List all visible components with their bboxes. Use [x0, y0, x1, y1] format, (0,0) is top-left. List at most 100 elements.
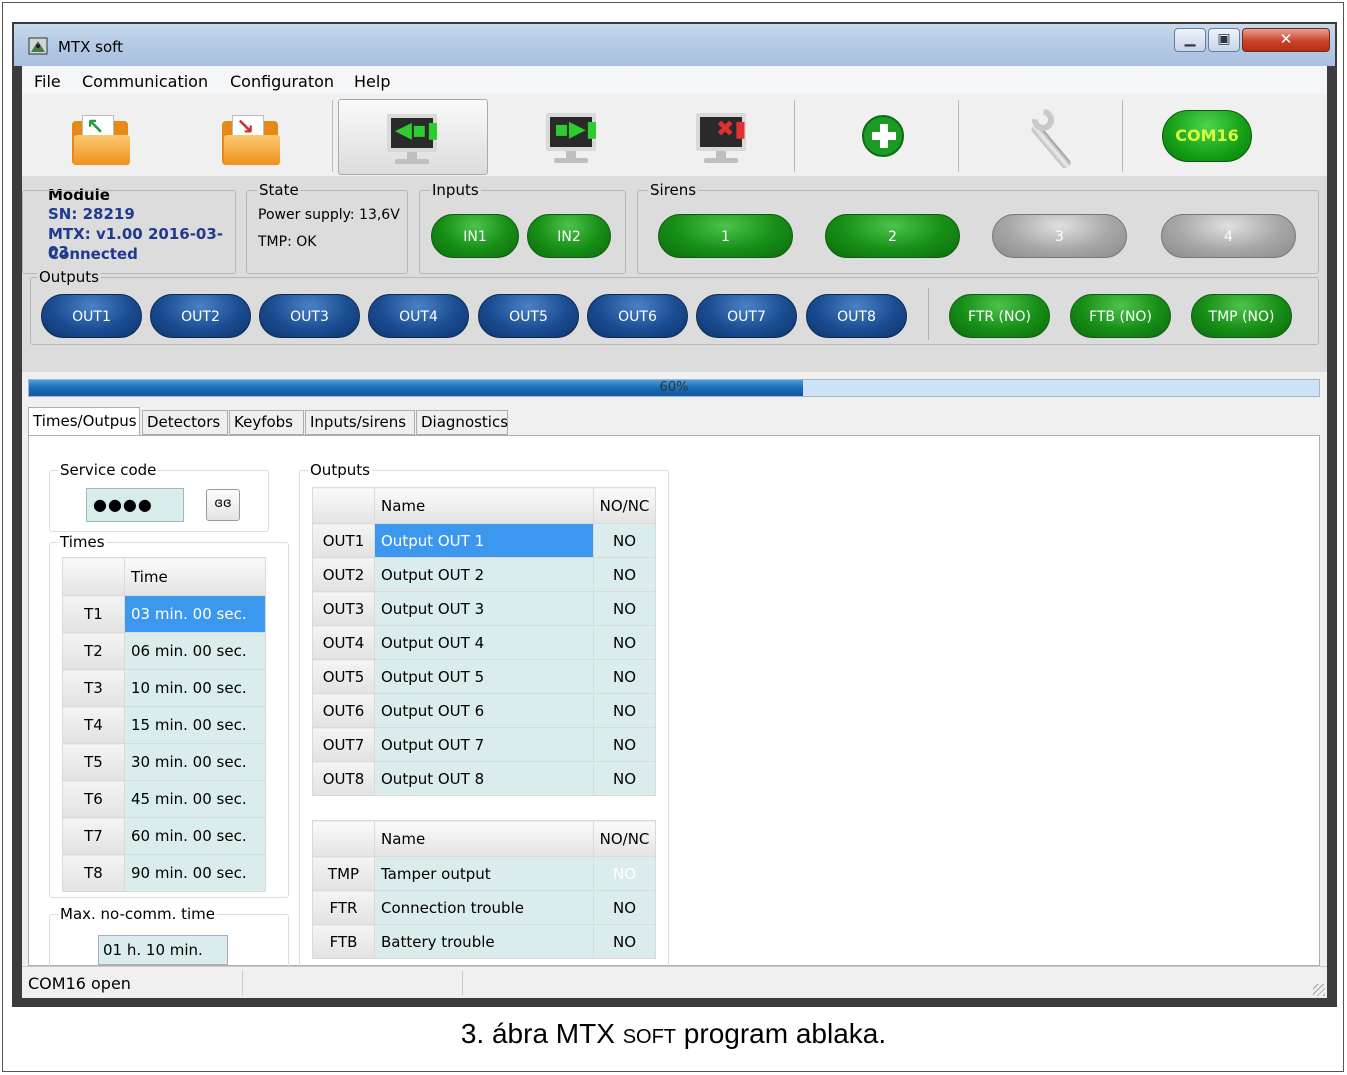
tamper-state-text: TMP: OK: [258, 234, 317, 250]
read-from-module-button[interactable]: ◀▪▮: [338, 99, 488, 175]
output-out6[interactable]: OUT6: [587, 294, 688, 338]
output-ftr[interactable]: FTR (NO): [949, 294, 1050, 338]
output-ftb[interactable]: FTB (NO): [1070, 294, 1171, 338]
reveal-code-button[interactable]: ɞɞ: [206, 489, 240, 521]
output-tmp[interactable]: TMP (NO): [1191, 294, 1292, 338]
table-row[interactable]: OUT6 Output OUT 6 NO: [312, 693, 656, 728]
output-mode[interactable]: NO: [593, 761, 656, 796]
status-separator: [242, 971, 243, 995]
title-bar[interactable]: MTX soft ▁ ▣ ✕: [14, 24, 1335, 66]
menu-file[interactable]: File: [34, 72, 61, 91]
table-row[interactable]: FTB Battery trouble NO: [312, 924, 656, 959]
caption-smallcaps: SOFT: [622, 1026, 677, 1048]
output-name[interactable]: Output OUT 2: [374, 557, 594, 592]
output-name[interactable]: Output OUT 4: [374, 625, 594, 660]
tab-diagnostics[interactable]: Diagnostics: [416, 410, 508, 435]
tab-detectors[interactable]: Detectors: [142, 410, 228, 435]
trouble-mode[interactable]: NO: [593, 924, 656, 959]
output-name[interactable]: Output OUT 7: [374, 727, 594, 762]
com-port-button[interactable]: COM16: [1162, 110, 1252, 162]
output-out7[interactable]: OUT7: [696, 294, 797, 338]
time-value[interactable]: 15 min. 00 sec.: [124, 706, 266, 744]
siren-1[interactable]: 1: [658, 214, 793, 258]
time-value[interactable]: 45 min. 00 sec.: [124, 780, 266, 818]
trouble-mode[interactable]: NO: [593, 856, 656, 891]
table-row[interactable]: OUT7 Output OUT 7 NO: [312, 727, 656, 762]
output-mode[interactable]: NO: [593, 557, 656, 592]
toolbar: ↖ ↘ ◀▪▮ ▪▶▮ ✖▮ COM16: [22, 94, 1327, 176]
table-row[interactable]: T3 10 min. 00 sec.: [62, 669, 266, 707]
open-file-button[interactable]: ↖: [40, 99, 160, 175]
output-name[interactable]: Output OUT 6: [374, 693, 594, 728]
output-out1[interactable]: OUT1: [41, 294, 142, 338]
output-id: OUT2: [312, 557, 375, 592]
output-out2[interactable]: OUT2: [150, 294, 251, 338]
service-code-input[interactable]: ●●●●: [86, 488, 184, 522]
menu-help[interactable]: Help: [354, 72, 390, 91]
menu-communication[interactable]: Communication: [82, 72, 208, 91]
output-name[interactable]: Output OUT 1: [374, 523, 594, 558]
table-row[interactable]: OUT4 Output OUT 4 NO: [312, 625, 656, 660]
output-id: OUT3: [312, 591, 375, 626]
max-nocomm-input[interactable]: 01 h. 10 min.: [98, 935, 228, 965]
output-mode[interactable]: NO: [593, 693, 656, 728]
input-in1[interactable]: IN1: [431, 214, 519, 258]
output-name[interactable]: Output OUT 8: [374, 761, 594, 796]
output-mode[interactable]: NO: [593, 727, 656, 762]
table-row[interactable]: OUT5 Output OUT 5 NO: [312, 659, 656, 694]
table-row[interactable]: TMP Tamper output NO: [312, 856, 656, 891]
siren-2[interactable]: 2: [825, 214, 960, 258]
trouble-name[interactable]: Tamper output: [374, 856, 594, 891]
table-row[interactable]: OUT8 Output OUT 8 NO: [312, 761, 656, 796]
table-row[interactable]: T5 30 min. 00 sec.: [62, 743, 266, 781]
tab-keyfobs[interactable]: Keyfobs: [229, 410, 304, 435]
table-row[interactable]: OUT3 Output OUT 3 NO: [312, 591, 656, 626]
output-mode[interactable]: NO: [593, 659, 656, 694]
max-nocomm-label: Max. no-comm. time: [58, 905, 217, 923]
trouble-mode[interactable]: NO: [593, 890, 656, 925]
table-row[interactable]: T8 90 min. 00 sec.: [62, 854, 266, 892]
table-row[interactable]: T1 03 min. 00 sec.: [62, 595, 266, 633]
output-mode[interactable]: NO: [593, 625, 656, 660]
trouble-name[interactable]: Battery trouble: [374, 924, 594, 959]
menu-configuration[interactable]: Configuraton: [230, 72, 334, 91]
siren-3[interactable]: 3: [992, 214, 1127, 258]
maximize-button[interactable]: ▣: [1208, 28, 1240, 52]
siren-4[interactable]: 4: [1161, 214, 1296, 258]
time-value[interactable]: 90 min. 00 sec.: [124, 854, 266, 892]
trouble-id: FTB: [312, 924, 375, 959]
tab-times-outputs[interactable]: Times/Outpus: [28, 407, 140, 436]
minimize-button[interactable]: ▁: [1174, 28, 1206, 52]
tab-inputs-sirens[interactable]: Inputs/sirens: [305, 410, 415, 435]
time-value[interactable]: 30 min. 00 sec.: [124, 743, 266, 781]
close-button[interactable]: ✕: [1242, 28, 1330, 52]
output-name[interactable]: Output OUT 5: [374, 659, 594, 694]
table-row[interactable]: OUT2 Output OUT 2 NO: [312, 557, 656, 592]
settings-button[interactable]: [982, 99, 1102, 175]
input-in2[interactable]: IN2: [527, 214, 611, 258]
output-mode[interactable]: NO: [593, 523, 656, 558]
table-row[interactable]: T2 06 min. 00 sec.: [62, 632, 266, 670]
table-row[interactable]: T6 45 min. 00 sec.: [62, 780, 266, 818]
output-out3[interactable]: OUT3: [259, 294, 360, 338]
table-row[interactable]: OUT1 Output OUT 1 NO: [312, 523, 656, 558]
resize-grip[interactable]: [1313, 984, 1325, 996]
add-button[interactable]: [822, 99, 942, 175]
output-out4[interactable]: OUT4: [368, 294, 469, 338]
time-value[interactable]: 60 min. 00 sec.: [124, 817, 266, 855]
output-name[interactable]: Output OUT 3: [374, 591, 594, 626]
table-row[interactable]: T7 60 min. 00 sec.: [62, 817, 266, 855]
output-out5[interactable]: OUT5: [478, 294, 579, 338]
time-value[interactable]: 03 min. 00 sec.: [124, 595, 266, 633]
time-value[interactable]: 10 min. 00 sec.: [124, 669, 266, 707]
outputs-mode-header: NO/NC: [593, 487, 656, 524]
table-row[interactable]: FTR Connection trouble NO: [312, 890, 656, 925]
disconnect-button[interactable]: ✖▮: [652, 99, 792, 175]
table-row[interactable]: T4 15 min. 00 sec.: [62, 706, 266, 744]
trouble-name[interactable]: Connection trouble: [374, 890, 594, 925]
save-file-button[interactable]: ↘: [190, 99, 310, 175]
output-out8[interactable]: OUT8: [806, 294, 907, 338]
time-value[interactable]: 06 min. 00 sec.: [124, 632, 266, 670]
write-to-module-button[interactable]: ▪▶▮: [502, 99, 642, 175]
output-mode[interactable]: NO: [593, 591, 656, 626]
